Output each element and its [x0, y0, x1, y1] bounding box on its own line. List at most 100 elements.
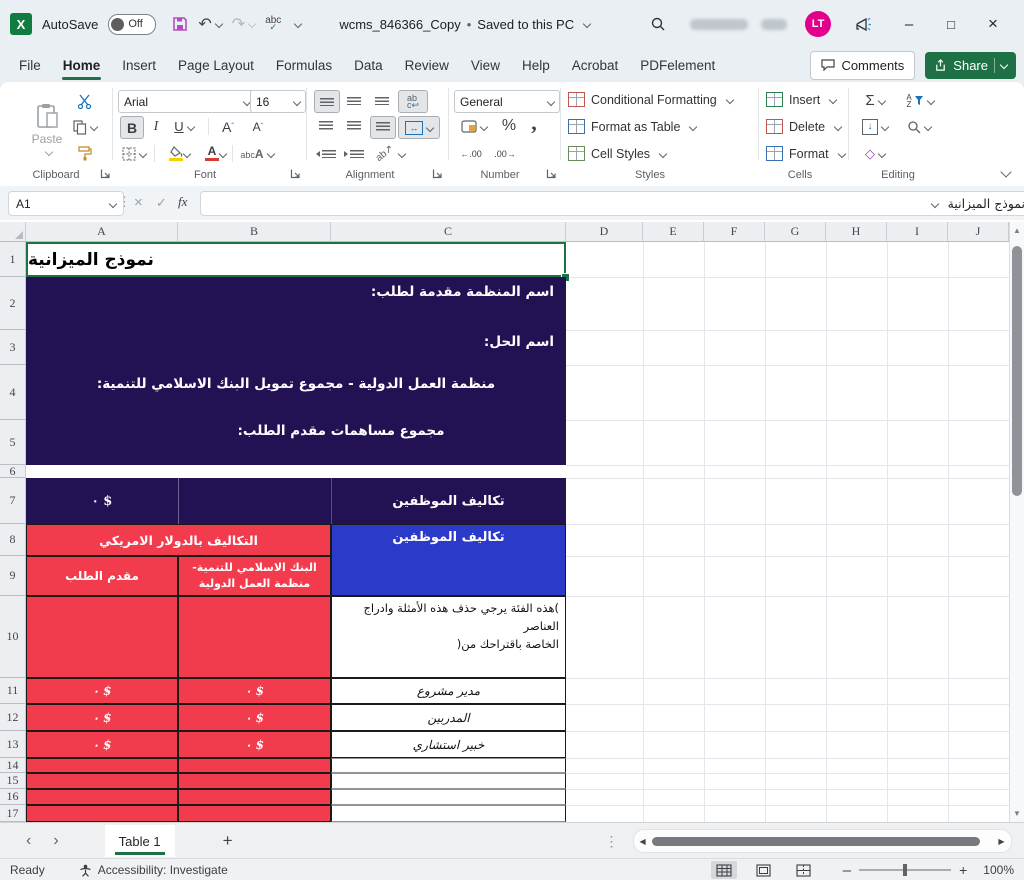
italic-button[interactable]: I: [146, 116, 166, 137]
navy-header-block[interactable]: اسم المنظمة مقدمة لطلب: اسم الحل: منظمة …: [26, 277, 566, 465]
select-all-corner[interactable]: [0, 222, 26, 242]
row-header-12[interactable]: 12: [0, 704, 26, 731]
accounting-format-button[interactable]: [456, 116, 492, 137]
zoom-in-button[interactable]: +: [959, 862, 967, 878]
undo-button[interactable]: ↶: [198, 14, 221, 34]
bold-button[interactable]: B: [120, 116, 144, 139]
cell-b14[interactable]: [178, 758, 331, 773]
cell-a7[interactable]: ٠ $: [26, 478, 178, 524]
cell-a9[interactable]: مقدم الطلب: [26, 556, 178, 596]
decrease-decimal-button[interactable]: .00→: [490, 143, 520, 164]
number-format-combo[interactable]: General: [454, 90, 560, 113]
cell-c10[interactable]: )هذه الفئة يرجي حذف هذه الأمثلة وادراج ا…: [331, 596, 566, 678]
phonetic-dropdown-icon[interactable]: [266, 149, 274, 157]
fill-button[interactable]: ↓: [858, 116, 892, 137]
cell-c7[interactable]: تكاليف الموظفين: [331, 478, 566, 524]
close-button[interactable]: ×: [972, 7, 1014, 41]
zoom-slider[interactable]: [859, 864, 951, 876]
menu-tab-help[interactable]: Help: [519, 51, 553, 80]
name-box-splitter[interactable]: ⋮: [118, 194, 131, 210]
cut-button[interactable]: [74, 92, 94, 110]
navy-row-7[interactable]: ٠ $ تكاليف الموظفين: [26, 478, 566, 524]
merge-center-dropdown-icon[interactable]: [426, 123, 434, 131]
cell-b9[interactable]: البنك الاسلامي للتنمية- منظمة العمل الدو…: [178, 556, 331, 596]
accounting-dropdown-icon[interactable]: [480, 122, 488, 130]
share-dropdown-icon[interactable]: [1000, 61, 1008, 69]
row-header-16[interactable]: 16: [0, 789, 26, 805]
menu-tab-review[interactable]: Review: [402, 51, 452, 80]
quick-access-dropdown-icon[interactable]: [294, 20, 302, 28]
cell-a5-text[interactable]: مجموع مساهمات مقدم الطلب:: [111, 423, 571, 439]
column-header-C[interactable]: C: [331, 222, 566, 242]
clear-button[interactable]: ◇: [858, 143, 892, 164]
menu-tab-acrobat[interactable]: Acrobat: [569, 51, 622, 80]
menu-tab-insert[interactable]: Insert: [119, 51, 159, 80]
menu-tab-file[interactable]: File: [16, 51, 44, 80]
menu-tab-pdfelement[interactable]: PDFelement: [637, 51, 718, 80]
column-header-E[interactable]: E: [643, 222, 704, 242]
cell-a15[interactable]: [26, 773, 178, 789]
cell-a17[interactable]: [26, 805, 178, 822]
maximize-button[interactable]: □: [930, 7, 972, 41]
increase-decimal-button[interactable]: ←.00: [456, 143, 486, 164]
column-header-J[interactable]: J: [948, 222, 1009, 242]
next-sheet-button[interactable]: ›: [53, 832, 58, 850]
font-name-combo[interactable]: Arial: [118, 90, 256, 113]
borders-button[interactable]: [118, 143, 150, 164]
sheet-tab-table1[interactable]: Table 1: [105, 825, 175, 857]
formula-bar-expand-icon[interactable]: [930, 199, 938, 207]
zoom-slider-handle[interactable]: [903, 864, 907, 876]
align-middle-button[interactable]: [342, 90, 366, 111]
insert-cells-button[interactable]: Insert: [766, 92, 836, 107]
zoom-out-button[interactable]: –: [843, 862, 851, 879]
scroll-down-icon[interactable]: ▼: [1013, 809, 1021, 818]
row-header-3[interactable]: 3: [0, 330, 26, 365]
cell-a16[interactable]: [26, 789, 178, 805]
comments-button[interactable]: Comments: [810, 51, 915, 80]
row-header-11[interactable]: 11: [0, 678, 26, 704]
document-title[interactable]: wcms_846366_Copy • Saved to this PC: [339, 17, 590, 32]
fill-color-dropdown-icon[interactable]: [183, 150, 191, 158]
row-header-5[interactable]: 5: [0, 420, 26, 465]
align-bottom-button[interactable]: [370, 90, 394, 111]
fill-color-button[interactable]: [160, 143, 192, 164]
menu-tab-home[interactable]: Home: [60, 51, 104, 80]
cell-b11[interactable]: ٠ $: [178, 678, 331, 704]
vertical-scrollbar[interactable]: ▲ ▼: [1009, 222, 1024, 822]
formula-input[interactable]: نموذج الميزانية: [200, 191, 1024, 216]
format-as-table-button[interactable]: Format as Table: [568, 119, 696, 134]
decrease-indent-button[interactable]: [314, 143, 338, 164]
copy-button[interactable]: [72, 118, 98, 136]
paste-button[interactable]: Paste: [26, 90, 68, 168]
scrollbar-drag-handle[interactable]: ⋮: [605, 833, 619, 850]
cell-c15[interactable]: [331, 773, 566, 789]
cell-a3-text[interactable]: اسم الحل:: [484, 334, 554, 350]
insert-function-button[interactable]: fx: [178, 194, 187, 210]
paste-dropdown-icon[interactable]: [45, 148, 53, 156]
horizontal-scrollbar-thumb[interactable]: [652, 837, 981, 846]
align-left-button[interactable]: [314, 116, 338, 137]
align-center-button[interactable]: [342, 116, 366, 137]
borders-dropdown-icon[interactable]: [139, 149, 147, 157]
sort-filter-dropdown-icon[interactable]: [926, 96, 934, 104]
cell-c17[interactable]: [331, 805, 566, 822]
row-header-15[interactable]: 15: [0, 773, 26, 789]
add-sheet-button[interactable]: +: [223, 831, 233, 851]
cell-a10[interactable]: [26, 596, 178, 678]
row-header-17[interactable]: 17: [0, 805, 26, 822]
redo-dropdown-icon[interactable]: [248, 20, 256, 28]
fill-dropdown-icon[interactable]: [881, 122, 889, 130]
cell-a11[interactable]: ٠ $: [26, 678, 178, 704]
row-header-9[interactable]: 9: [0, 556, 26, 596]
cell-c8-c9[interactable]: تكاليف الموظفين: [331, 524, 566, 596]
phonetic-button[interactable]: abcA: [238, 143, 276, 164]
copy-dropdown-icon[interactable]: [90, 123, 98, 131]
vertical-scrollbar-thumb[interactable]: [1012, 246, 1022, 496]
share-button[interactable]: Share: [925, 52, 1016, 79]
font-dialog-launcher[interactable]: [290, 168, 302, 180]
clipboard-dialog-launcher[interactable]: [100, 168, 112, 180]
cell-b12[interactable]: ٠ $: [178, 704, 331, 731]
cell-c14[interactable]: [331, 758, 566, 773]
autosum-button[interactable]: Σ: [858, 90, 892, 111]
shrink-font-button[interactable]: Aˇ: [246, 116, 270, 137]
